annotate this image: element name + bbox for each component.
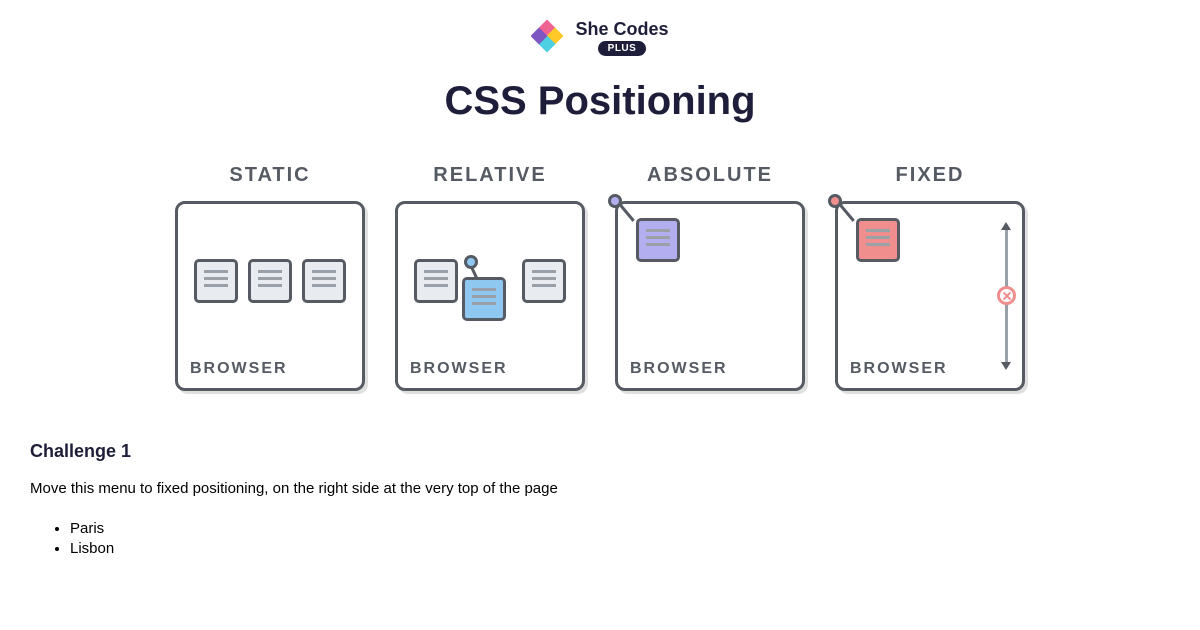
static-card xyxy=(302,259,346,303)
static-card xyxy=(194,259,238,303)
browser-label: BROWSER xyxy=(190,360,288,378)
relative-card xyxy=(522,259,566,303)
relative-moved-card xyxy=(462,277,506,321)
fixed-card xyxy=(856,218,900,262)
browser-box-fixed: BROWSER xyxy=(835,201,1025,391)
column-static: STATIC BROWSER xyxy=(175,164,365,391)
column-absolute: ABSOLUTE BROWSER xyxy=(615,164,805,391)
browser-box-absolute: BROWSER xyxy=(615,201,805,391)
browser-label: BROWSER xyxy=(630,360,728,378)
absolute-pin-icon xyxy=(608,194,622,208)
brand-text-block: She Codes PLUS xyxy=(575,20,668,56)
list-item: Paris xyxy=(70,519,1170,539)
relative-card xyxy=(414,259,458,303)
list-item: Lisbon xyxy=(70,539,1170,559)
column-relative: RELATIVE BROWSER xyxy=(395,164,585,391)
challenge-instructions: Move this menu to fixed positioning, on … xyxy=(30,480,1170,497)
static-card xyxy=(248,259,292,303)
challenge-menu: Paris Lisbon xyxy=(30,519,1170,558)
relative-row xyxy=(398,259,582,303)
fixed-pin-icon xyxy=(828,194,842,208)
column-title: ABSOLUTE xyxy=(647,164,773,187)
column-title: STATIC xyxy=(229,164,310,187)
static-row xyxy=(178,259,362,303)
scroll-lock-icon xyxy=(997,286,1016,305)
page-title: CSS Positioning xyxy=(0,79,1200,124)
browser-label: BROWSER xyxy=(850,360,948,378)
browser-box-relative: BROWSER xyxy=(395,201,585,391)
column-title: FIXED xyxy=(896,164,965,187)
challenge-heading: Challenge 1 xyxy=(30,441,1170,462)
browser-label: BROWSER xyxy=(410,360,508,378)
absolute-card xyxy=(636,218,680,262)
pin-connector xyxy=(618,203,634,222)
brand-name: She Codes xyxy=(575,20,668,38)
column-title: RELATIVE xyxy=(433,164,546,187)
header: She Codes PLUS CSS Positioning xyxy=(0,0,1200,124)
challenge-section: Challenge 1 Move this menu to fixed posi… xyxy=(0,391,1200,558)
pin-connector xyxy=(838,203,854,222)
relative-pin-icon xyxy=(464,255,478,269)
positioning-diagram: STATIC BROWSER RELATIVE BROWSER xyxy=(0,164,1200,391)
column-fixed: FIXED BROWSER xyxy=(835,164,1025,391)
logo-icon xyxy=(531,20,567,56)
brand-logo: She Codes PLUS xyxy=(531,20,668,56)
browser-box-static: BROWSER xyxy=(175,201,365,391)
brand-badge: PLUS xyxy=(598,41,647,56)
scrollbar-icon xyxy=(1005,229,1008,363)
